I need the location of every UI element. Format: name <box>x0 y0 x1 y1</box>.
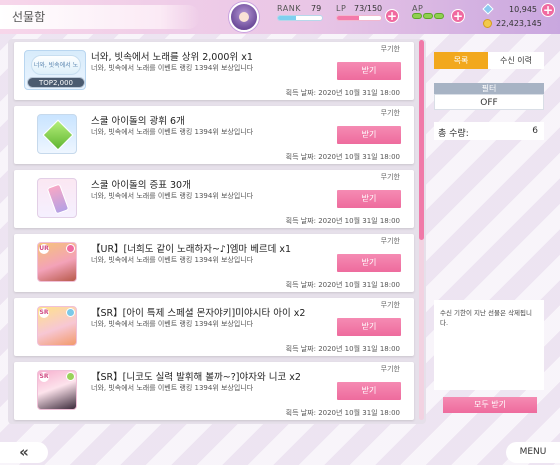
lp-value: 73/150 <box>354 4 383 13</box>
ap-pill <box>423 13 433 19</box>
gift-list-scrollbar[interactable] <box>419 40 424 420</box>
bottom-bar: « MENU <box>0 438 560 465</box>
ticket-icon <box>46 183 70 215</box>
back-button[interactable]: « <box>0 442 48 463</box>
gift-item: 스쿨 아이돌의 광휘 6개 너와, 빗속에서 노래를 이벤트 랭킹 1394위 … <box>14 106 414 164</box>
radiance-item-thumb <box>37 114 77 154</box>
gift-description: 너와, 빗속에서 노래를 이벤트 랭킹 1394위 보상입니다 <box>91 384 254 392</box>
title-rank-badge: TOP2,000 <box>27 77 85 88</box>
gift-description: 너와, 빗속에서 노래를 이벤트 랭킹 1394위 보상입니다 <box>91 192 254 200</box>
gift-item: SR 【SR】[니코도 실력 발휘해 볼까~?]야자와 니코 x2 너와, 빗속… <box>14 362 414 420</box>
tab-history[interactable]: 수신 이력 <box>488 52 544 69</box>
title-reward-thumb: 너와, 빗속에서 노래를 TOP2,000 <box>24 50 86 90</box>
receive-all-button[interactable]: 모두 받기 <box>443 397 537 413</box>
gift-description: 너와, 빗속에서 노래를 이벤트 랭킹 1394위 보상입니다 <box>91 320 254 328</box>
receive-button[interactable]: 받기 <box>337 126 401 144</box>
menu-button[interactable]: MENU <box>506 442 560 463</box>
lp-label: LP <box>336 4 347 13</box>
total-value: 6 <box>532 126 538 136</box>
receive-button[interactable]: 받기 <box>337 190 401 208</box>
ap-pill <box>412 13 422 19</box>
gift-item: 스쿨 아이돌의 증표 30개 너와, 빗속에서 노래를 이벤트 랭킹 1394위… <box>14 170 414 228</box>
rank-progress-bar <box>277 15 323 21</box>
receive-button[interactable]: 받기 <box>337 382 401 400</box>
filter-toggle[interactable]: OFF <box>434 94 544 110</box>
gift-name: 스쿨 아이돌의 광휘 6개 <box>91 116 185 127</box>
gift-expiry: 무기한 <box>380 237 400 245</box>
gold-count: 22,423,145 <box>496 19 542 28</box>
lp-progress-fill <box>337 16 359 20</box>
ap-plus-button[interactable]: + <box>451 9 465 23</box>
filter-header: 필터 <box>434 83 544 94</box>
gift-name: 너와, 빗속에서 노래를 상위 2,000위 x1 <box>91 52 253 63</box>
card-thumb: SR <box>37 370 77 410</box>
avatar-face-icon <box>239 12 249 22</box>
ap-gauge <box>412 13 444 19</box>
gift-list-panel: 너와, 빗속에서 노래를 TOP2,000 너와, 빗속에서 노래를 상위 2,… <box>8 39 426 424</box>
title-emblem-icon: 너와, 빗속에서 노래를 <box>31 55 81 89</box>
ap-pill <box>434 13 444 19</box>
receive-button[interactable]: 받기 <box>337 318 401 336</box>
gift-date: 획득 날짜: 2020년 10월 31일 18:00 <box>285 89 400 97</box>
total-count-box: 총 수량: 6 <box>434 122 544 140</box>
gift-expiry: 무기한 <box>380 109 400 117</box>
lp-plus-button[interactable]: + <box>385 9 399 23</box>
gift-date: 획득 날짜: 2020년 10월 31일 18:00 <box>285 409 400 417</box>
page-title: 선물함 <box>12 10 46 24</box>
gift-item: UR 【UR】[너희도 같이 노래하자~♪]엠마 베르데 x1 너와, 빗속에서… <box>14 234 414 292</box>
gift-item: SR 【SR】[아이 특제 스페셜 몬자야키]미야시타 아이 x2 너와, 빗속… <box>14 298 414 356</box>
gift-name: 【SR】[아이 특제 스페셜 몬자야키]미야시타 아이 x2 <box>91 308 306 319</box>
rank-label: RANK <box>277 4 301 13</box>
gift-name: 【UR】[너희도 같이 노래하자~♪]엠마 베르데 x1 <box>91 244 292 255</box>
gift-name: 스쿨 아이돌의 증표 30개 <box>91 180 191 191</box>
card-thumb: SR <box>37 306 77 346</box>
rank-progress-fill <box>278 16 296 20</box>
gold-coin-icon <box>483 19 492 28</box>
card-rarity-icon: SR <box>39 308 49 318</box>
card-attribute-icon <box>66 244 75 253</box>
rank-value: 79 <box>311 4 322 13</box>
gift-description: 너와, 빗속에서 노래를 이벤트 랭킹 1394위 보상입니다 <box>91 128 254 136</box>
gift-date: 획득 날짜: 2020년 10월 31일 18:00 <box>285 153 400 161</box>
total-label: 총 수량: <box>438 129 469 139</box>
green-gem-icon <box>42 119 74 151</box>
receive-button[interactable]: 받기 <box>337 254 401 272</box>
gift-name: 【SR】[니코도 실력 발휘해 볼까~?]야자와 니코 x2 <box>91 372 301 383</box>
gift-expiry: 무기한 <box>380 301 400 309</box>
card-attribute-icon <box>66 372 75 381</box>
gift-item: 너와, 빗속에서 노래를 TOP2,000 너와, 빗속에서 노래를 상위 2,… <box>14 42 414 100</box>
gift-description: 너와, 빗속에서 노래를 이벤트 랭킹 1394위 보상입니다 <box>91 64 254 72</box>
gift-date: 획득 날짜: 2020년 10월 31일 18:00 <box>285 281 400 289</box>
card-attribute-icon <box>66 308 75 317</box>
gift-sidebar: 목록 수신 이력 필터 OFF 총 수량: 6 수신 기한이 지난 선물은 삭제… <box>432 42 552 424</box>
card-rarity-icon: SR <box>39 372 49 382</box>
lp-progress-bar <box>336 15 382 21</box>
expiry-notice: 수신 기한이 지난 선물은 삭제됩니다. <box>434 300 544 390</box>
gem-plus-button[interactable]: + <box>541 3 555 17</box>
tab-list[interactable]: 목록 <box>434 52 488 69</box>
gift-description: 너와, 빗속에서 노래를 이벤트 랭킹 1394위 보상입니다 <box>91 256 254 264</box>
gift-expiry: 무기한 <box>380 365 400 373</box>
loveca-gem-icon <box>482 3 494 15</box>
ap-label: AP <box>412 4 424 13</box>
gem-count: 10,945 <box>509 5 537 14</box>
proof-item-thumb <box>37 178 77 218</box>
gift-date: 획득 날짜: 2020년 10월 31일 18:00 <box>285 217 400 225</box>
gift-expiry: 무기한 <box>380 45 400 53</box>
card-rarity-icon: UR <box>39 244 49 254</box>
top-bar: 선물함 RANK 79 LP 73/150 + AP + 10,945 + 22… <box>0 0 560 34</box>
receive-button[interactable]: 받기 <box>337 62 401 80</box>
gift-expiry: 무기한 <box>380 173 400 181</box>
scrollbar-thumb[interactable] <box>419 40 424 240</box>
card-thumb: UR <box>37 242 77 282</box>
player-avatar[interactable] <box>229 2 259 32</box>
gift-date: 획득 날짜: 2020년 10월 31일 18:00 <box>285 345 400 353</box>
